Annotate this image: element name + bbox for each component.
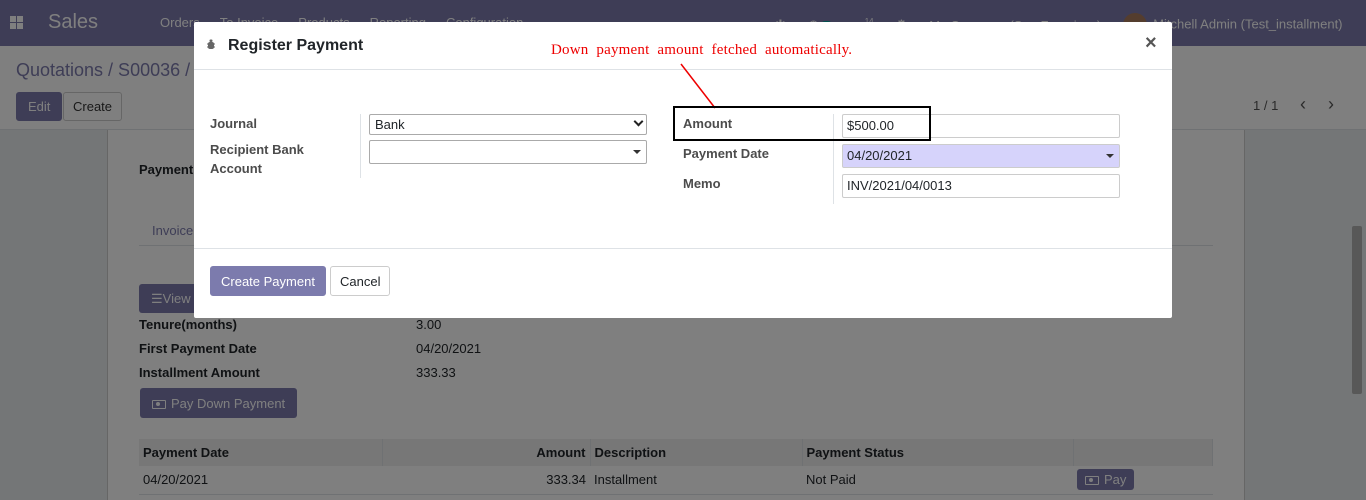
right-column-divider [833,114,834,204]
caret-down-icon [633,150,641,154]
modal-title: Register Payment [228,37,364,54]
recipient-bank-account-select[interactable] [369,140,647,164]
create-payment-button[interactable]: Create Payment [210,266,326,296]
recipient-bank-account-label: Recipient Bank Account [210,142,304,176]
close-icon[interactable]: × [1145,32,1157,55]
modal-footer: Create Payment Cancel [194,248,1172,318]
journal-label: Journal [210,116,257,131]
register-payment-dialog: Register Payment × Down payment amount f… [194,22,1172,318]
amount-label: Amount [683,116,733,131]
memo-label: Memo [683,176,721,191]
amount-input[interactable]: $500.00 [842,114,1120,138]
journal-select[interactable]: Bank [369,114,647,135]
left-column-divider [360,114,361,178]
payment-date-label: Payment Date [683,146,769,161]
caret-down-icon [1106,154,1114,158]
bug-icon [207,39,215,49]
payment-date-value: 04/20/2021 [847,148,913,163]
chevron-down-icon [633,116,644,127]
payment-date-input[interactable]: 04/20/2021 [842,144,1120,168]
annotation-note: Down payment amount fetched automaticall… [551,42,853,58]
journal-value: Bank [375,117,405,132]
cancel-button[interactable]: Cancel [330,266,391,296]
memo-input[interactable]: INV/2021/04/0013 [842,174,1120,198]
